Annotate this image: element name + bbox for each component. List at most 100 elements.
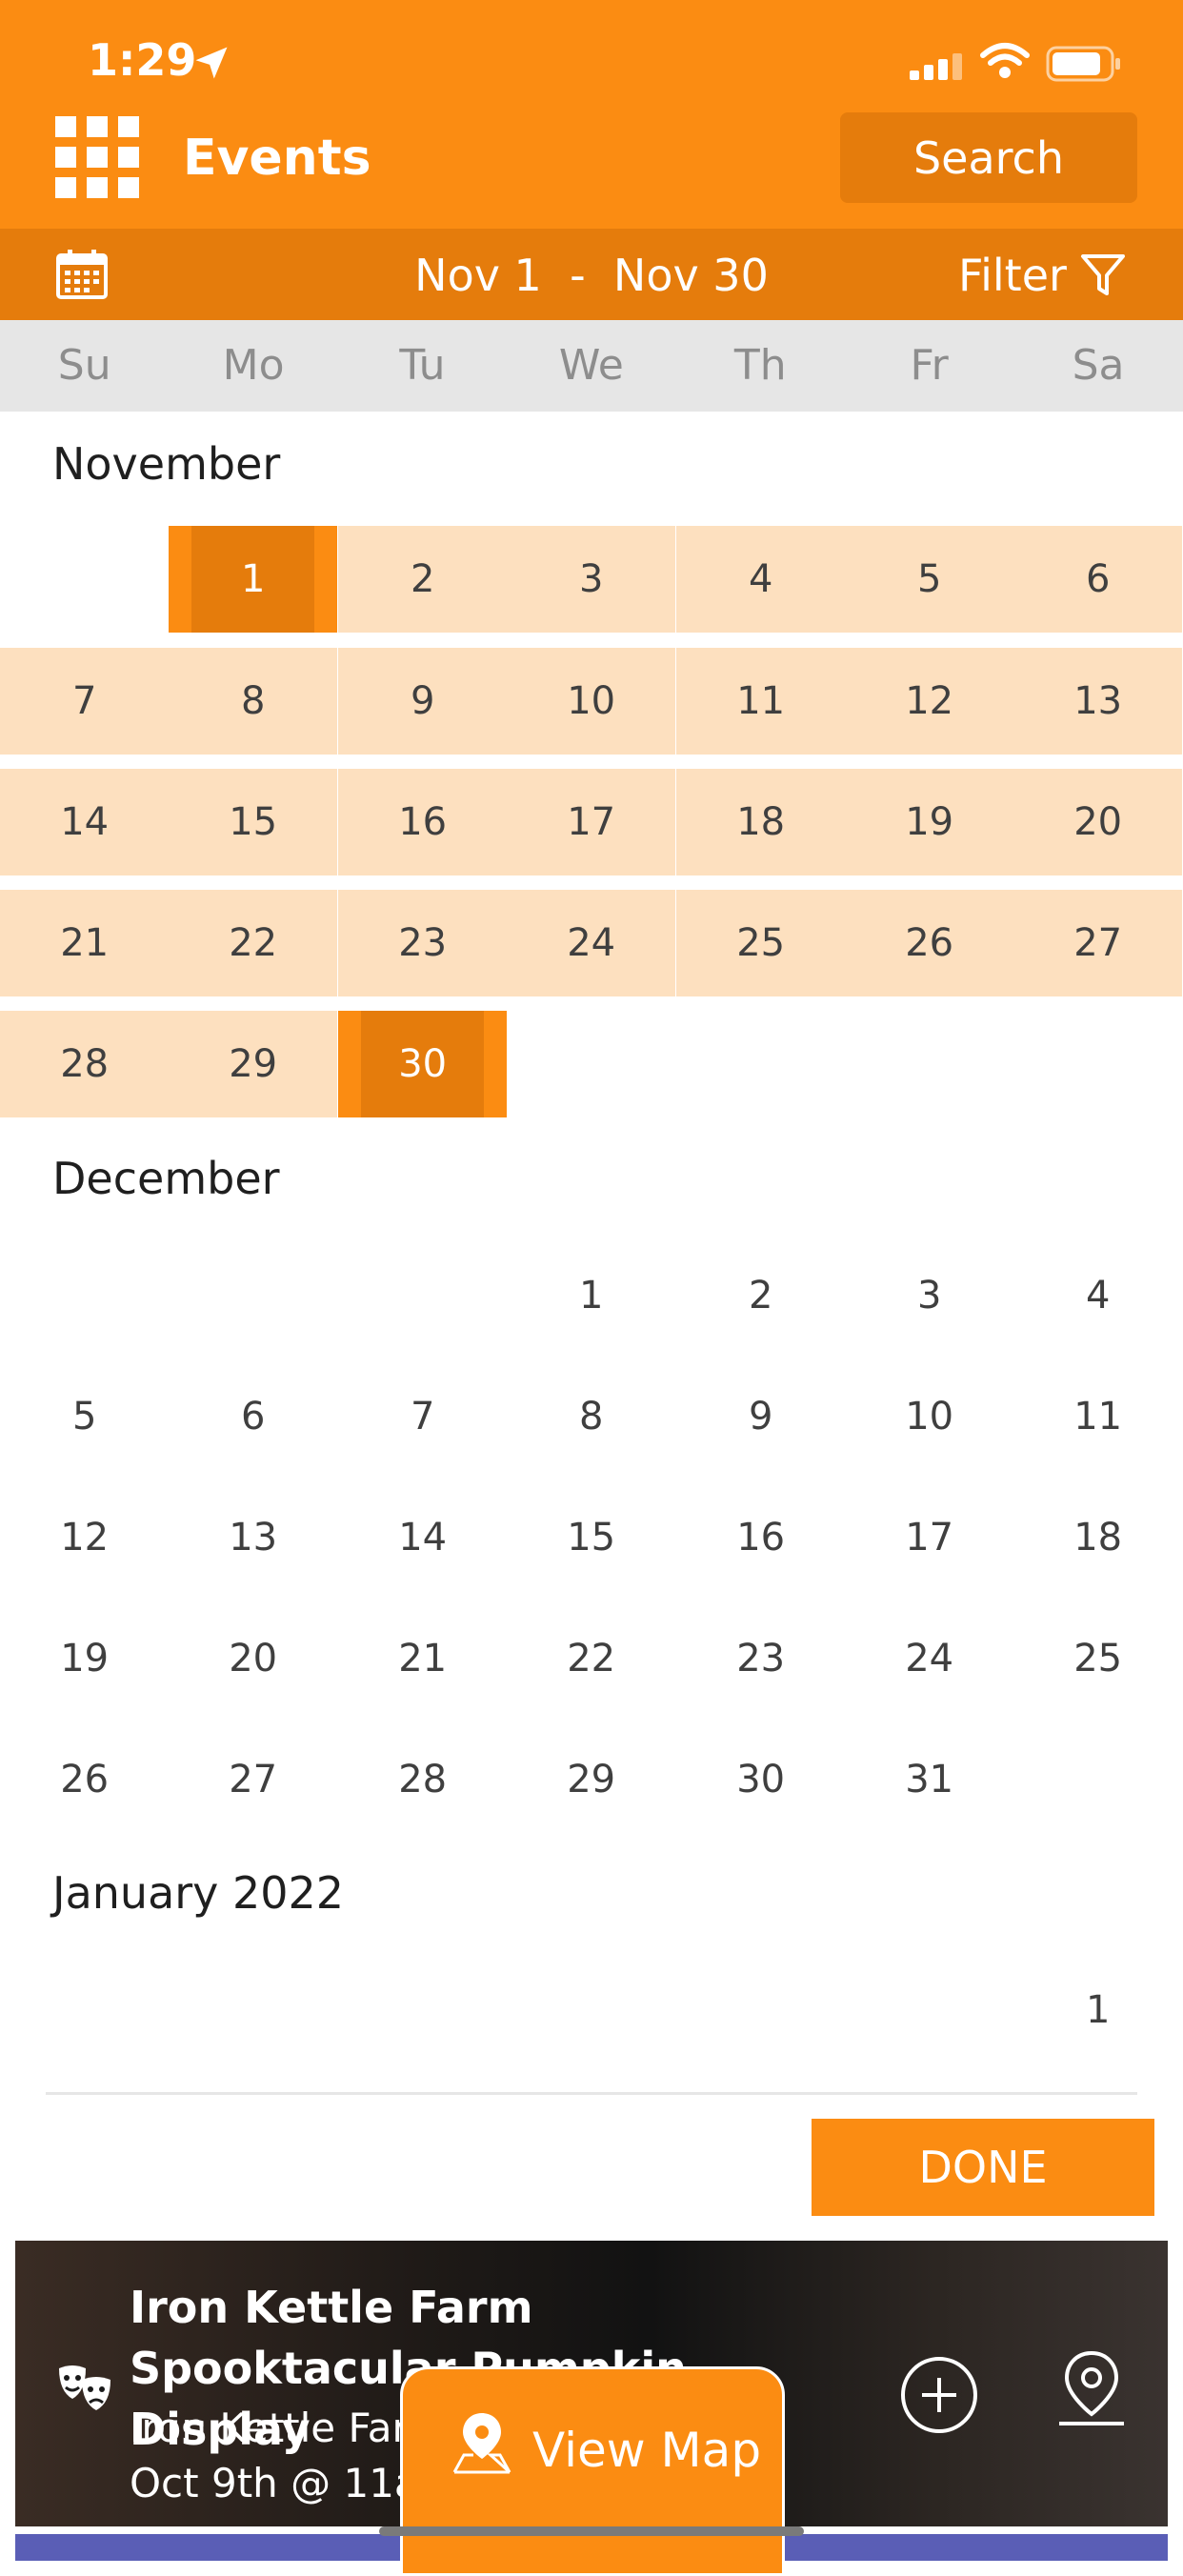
calendar-day[interactable]: 21 <box>338 1605 507 1712</box>
calendar-day[interactable]: 21 <box>0 890 170 996</box>
calendar-day[interactable]: 10 <box>507 648 676 755</box>
calendar-day[interactable]: 6 <box>1013 526 1183 633</box>
map-pin-icon[interactable] <box>1053 2347 1130 2429</box>
calendar-day[interactable]: 7 <box>338 1363 507 1470</box>
calendar-day[interactable]: 26 <box>0 1726 169 1833</box>
calendar-day[interactable]: 19 <box>0 1605 169 1712</box>
calendar-day[interactable]: 22 <box>507 1605 675 1712</box>
week-row: 28 29 30 <box>0 1011 1183 1117</box>
calendar-day[interactable]: 8 <box>169 648 338 755</box>
signal-icon <box>910 53 962 80</box>
calendar-day[interactable]: 23 <box>338 890 508 996</box>
app-grid-icon[interactable] <box>55 116 139 198</box>
calendar-day[interactable]: 27 <box>169 1726 337 1833</box>
calendar-day-empty <box>0 526 169 633</box>
month-title-january: January 2022 <box>52 1867 345 1919</box>
calendar-day[interactable]: 29 <box>507 1726 675 1833</box>
calendar-day[interactable]: 12 <box>0 1484 169 1591</box>
calendar-day[interactable]: 18 <box>1013 1484 1182 1591</box>
calendar-day[interactable]: 18 <box>676 769 846 875</box>
weekday-label: Fr <box>910 341 949 390</box>
calendar-day[interactable]: 24 <box>507 890 676 996</box>
week-row: 5 6 7 8 9 10 11 <box>0 1363 1183 1470</box>
calendar-day[interactable]: 1 <box>507 1242 675 1349</box>
calendar-day[interactable]: 19 <box>845 769 1014 875</box>
calendar-day[interactable]: 10 <box>845 1363 1013 1470</box>
calendar-day[interactable]: 3 <box>507 526 676 633</box>
page-title: Events <box>183 130 371 187</box>
calendar-day[interactable]: 13 <box>169 1484 337 1591</box>
calendar-day[interactable]: 25 <box>1013 1605 1182 1712</box>
calendar-day[interactable]: 30 <box>676 1726 845 1833</box>
filter-icon[interactable] <box>1080 253 1126 297</box>
calendar-day[interactable]: 24 <box>845 1605 1013 1712</box>
calendar-day[interactable]: 4 <box>676 526 846 633</box>
battery-icon <box>1046 46 1120 82</box>
week-row: 21 22 23 24 25 26 27 <box>0 890 1183 996</box>
calendar-day[interactable]: 23 <box>676 1605 845 1712</box>
calendar-day[interactable]: 20 <box>169 1605 337 1712</box>
weekday-label: Tu <box>399 341 446 390</box>
calendar-day[interactable]: 9 <box>338 648 508 755</box>
week-row: 14 15 16 17 18 19 20 <box>0 769 1183 875</box>
calendar-day[interactable]: 17 <box>507 769 676 875</box>
filter-button[interactable]: Filter <box>958 250 1067 301</box>
calendar-day[interactable]: 15 <box>507 1484 675 1591</box>
calendar-day[interactable]: 5 <box>845 526 1014 633</box>
calendar-day[interactable]: 25 <box>676 890 846 996</box>
search-button[interactable]: Search <box>840 112 1137 203</box>
calendar-day[interactable]: 15 <box>169 769 338 875</box>
calendar-day[interactable]: 11 <box>676 648 846 755</box>
calendar-day[interactable]: 31 <box>845 1726 1013 1833</box>
divider <box>46 2092 1137 2095</box>
view-map-button[interactable]: View Map <box>400 2366 785 2576</box>
calendar-day[interactable]: 3 <box>845 1242 1013 1349</box>
calendar-day[interactable]: 8 <box>507 1363 675 1470</box>
calendar-day[interactable]: 16 <box>338 769 508 875</box>
calendar-day-selected-end[interactable]: 30 <box>338 1011 508 1117</box>
calendar-day[interactable]: 20 <box>1013 769 1183 875</box>
calendar-day[interactable]: 13 <box>1013 648 1183 755</box>
calendar-day[interactable]: 17 <box>845 1484 1013 1591</box>
calendar-day[interactable]: 7 <box>0 648 170 755</box>
add-circle-icon[interactable] <box>899 2355 979 2435</box>
calendar-day[interactable]: 5 <box>0 1363 169 1470</box>
wifi-icon <box>980 43 1030 78</box>
calendar-day[interactable]: 22 <box>169 890 338 996</box>
calendar-day[interactable]: 28 <box>0 1011 170 1117</box>
week-row: 26 27 28 29 30 31 <box>0 1726 1183 1833</box>
calendar-day[interactable]: 6 <box>169 1363 337 1470</box>
week-row: 19 20 21 22 23 24 25 <box>0 1605 1183 1712</box>
calendar-day[interactable]: 29 <box>169 1011 338 1117</box>
weekday-label: Su <box>57 341 111 390</box>
map-marker-icon <box>452 2413 511 2474</box>
done-button[interactable]: DONE <box>812 2119 1154 2216</box>
calendar-day[interactable]: 27 <box>1013 890 1183 996</box>
calendar-day[interactable]: 2 <box>338 526 508 633</box>
calendar-day[interactable]: 1 <box>1013 1957 1182 2063</box>
calendar-day[interactable]: 16 <box>676 1484 845 1591</box>
calendar-day[interactable]: 11 <box>1013 1363 1182 1470</box>
view-map-label: View Map <box>532 2423 762 2478</box>
calendar-day[interactable]: 14 <box>0 769 170 875</box>
weekday-label: Th <box>733 341 787 390</box>
calendar-day[interactable]: 9 <box>676 1363 845 1470</box>
event-date: Oct 9th @ 11ar <box>130 2460 435 2506</box>
calendar-day[interactable]: 12 <box>845 648 1014 755</box>
week-row: 1 2 3 4 <box>0 1242 1183 1349</box>
location-arrow-icon <box>195 47 228 79</box>
calendar-day-selected-start[interactable]: 1 <box>169 526 338 633</box>
theater-masks-icon <box>59 2365 110 2410</box>
calendar-day[interactable]: 28 <box>338 1726 507 1833</box>
month-title-november: November <box>52 438 281 490</box>
weekday-label: We <box>558 341 624 390</box>
weekday-label: Sa <box>1072 341 1125 390</box>
calendar-day[interactable]: 4 <box>1013 1242 1182 1349</box>
home-indicator <box>379 2526 804 2536</box>
week-row: 12 13 14 15 16 17 18 <box>0 1484 1183 1591</box>
calendar-day[interactable]: 26 <box>845 890 1014 996</box>
weekday-header: Su Mo Tu We Th Fr Sa <box>0 320 1183 412</box>
calendar-day[interactable]: 14 <box>338 1484 507 1591</box>
week-row: 1 2 3 4 5 6 <box>0 526 1183 633</box>
calendar-day[interactable]: 2 <box>676 1242 845 1349</box>
